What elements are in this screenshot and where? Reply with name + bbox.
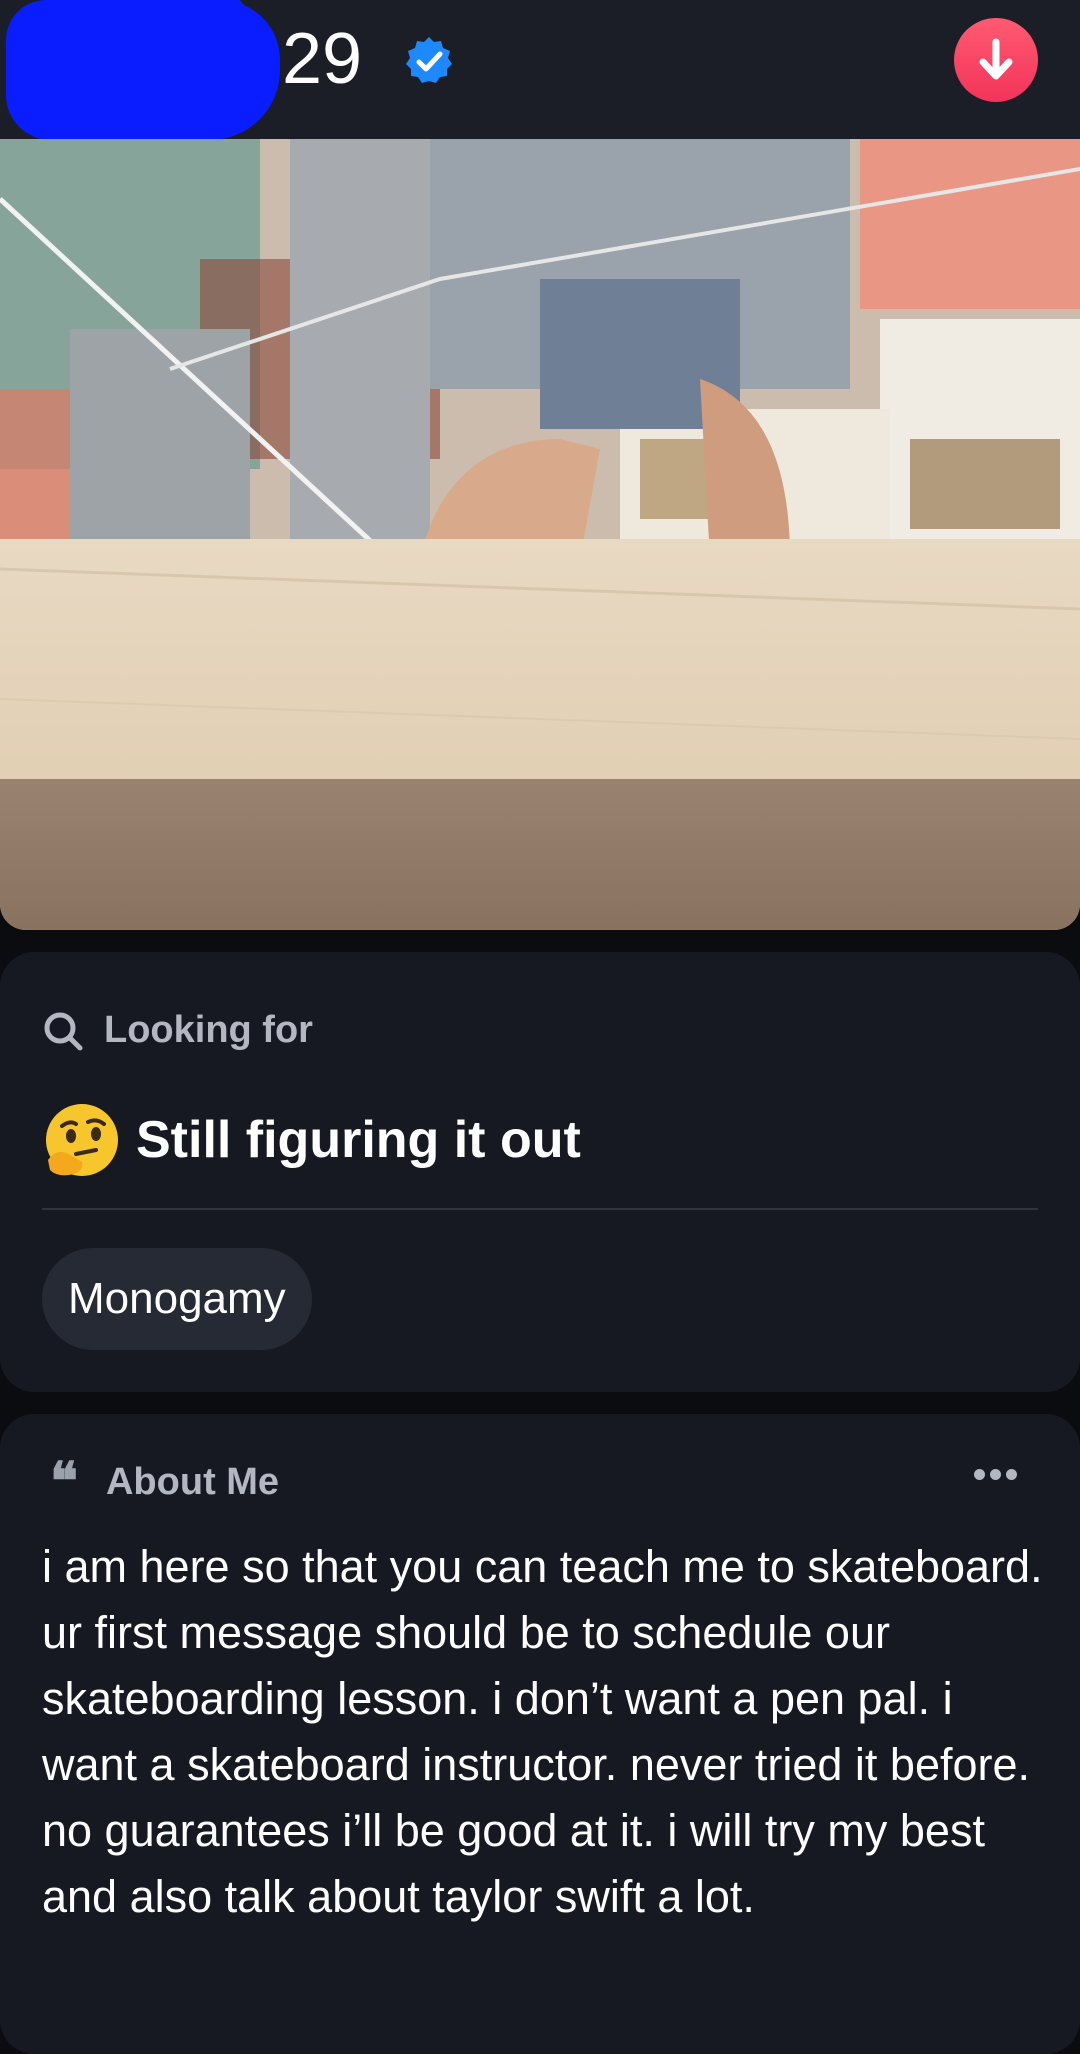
profile-header: 29: [0, 0, 1080, 140]
arrow-down-icon: [979, 38, 1013, 80]
looking-for-card: Looking for Still figuring it out Monoga…: [0, 952, 1080, 1392]
looking-for-label: Looking for: [104, 1009, 313, 1051]
quote-icon: ❝: [50, 1451, 78, 1512]
thinking-face-icon: [46, 1104, 118, 1176]
photo-scene: [0, 139, 1080, 930]
profile-age: 29: [282, 19, 363, 99]
about-me-bio: i am here so that you can teach me to sk…: [42, 1541, 1043, 1922]
profile-photo[interactable]: [0, 139, 1080, 930]
looking-for-status: Still figuring it out: [42, 1100, 581, 1180]
looking-for-header: Looking for: [42, 1009, 313, 1052]
more-dots-icon[interactable]: [974, 1469, 1017, 1480]
download-button[interactable]: [954, 18, 1038, 102]
about-me-header: ❝ About Me: [50, 1456, 279, 1508]
about-me-card: ❝ About Me i am here so that you can tea…: [0, 1414, 1080, 2054]
about-me-label: About Me: [105, 1460, 280, 1503]
monogamy-chip: Monogamy: [42, 1248, 312, 1350]
looking-for-divider: [42, 1208, 1038, 1210]
looking-for-value: Still figuring it out: [136, 1111, 581, 1169]
search-icon: [44, 1012, 83, 1050]
verified-badge-icon: [406, 37, 452, 83]
